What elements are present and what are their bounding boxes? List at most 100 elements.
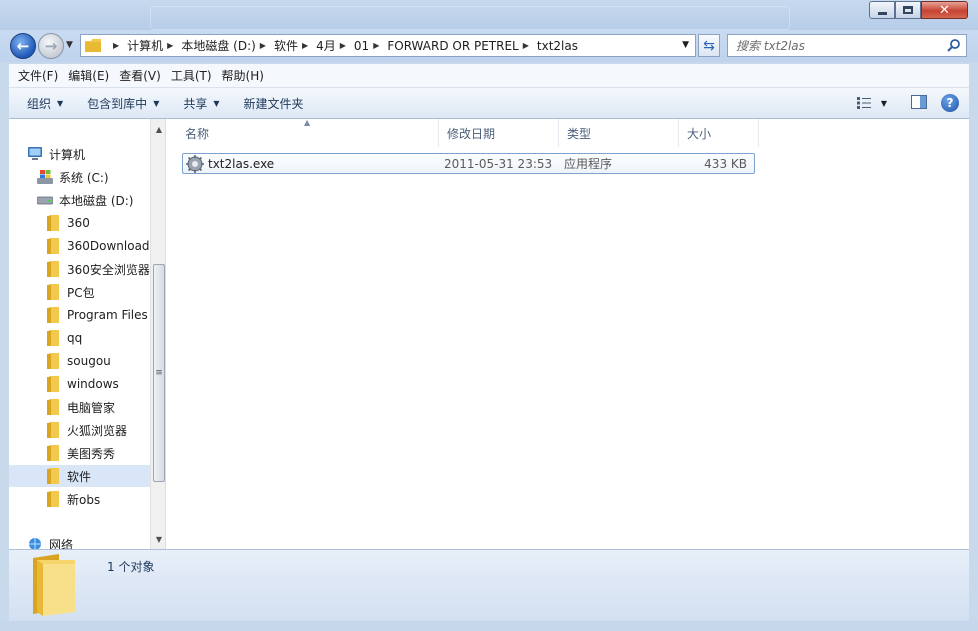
- tree-item-folder[interactable]: 火狐浏览器: [47, 419, 127, 441]
- main-area: 计算机 系统 (C:) 本地磁盘 (D:) 360 360Download 36…: [9, 118, 969, 549]
- tree-item-folder[interactable]: sougou: [47, 350, 111, 372]
- search-input[interactable]: [736, 38, 936, 53]
- windows-drive-icon: [37, 170, 53, 184]
- tree-label: 本地磁盘 (D:): [59, 193, 134, 208]
- hard-drive-icon: [37, 196, 53, 205]
- breadcrumb-separator-icon[interactable]: ▶: [113, 41, 119, 50]
- scrollbar-thumb[interactable]: ≡: [153, 264, 165, 482]
- tree-item-folder[interactable]: 360: [47, 212, 90, 234]
- folder-icon: [85, 39, 101, 52]
- search-icon[interactable]: [947, 38, 961, 52]
- breadcrumb-item[interactable]: 软件: [274, 37, 298, 54]
- navigation-pane: 计算机 系统 (C:) 本地磁盘 (D:) 360 360Download 36…: [9, 119, 166, 549]
- include-in-library-button[interactable]: 包含到库中 ▼: [79, 95, 167, 112]
- tree-label: sougou: [67, 354, 111, 368]
- minimize-button[interactable]: [869, 1, 895, 19]
- refresh-button[interactable]: ⇆: [698, 34, 720, 57]
- breadcrumb-item[interactable]: 计算机: [127, 37, 163, 54]
- back-button[interactable]: ←: [10, 33, 36, 59]
- tree-item-folder[interactable]: 360Download: [47, 235, 150, 257]
- tree-item-folder[interactable]: 新obs: [47, 488, 100, 510]
- breadcrumb-separator-icon[interactable]: ▶: [340, 41, 346, 50]
- tree-item-folder[interactable]: 美图秀秀: [47, 442, 115, 464]
- menu-tools[interactable]: 工具(T): [166, 67, 217, 84]
- tree-item-network[interactable]: 网络: [27, 533, 73, 549]
- tree-item-folder-selected[interactable]: 软件: [9, 465, 150, 487]
- scroll-down-icon[interactable]: ▼: [151, 531, 165, 547]
- breadcrumb-item[interactable]: txt2las: [537, 39, 578, 53]
- organize-button[interactable]: 组织 ▼: [19, 95, 71, 112]
- maximize-button[interactable]: [895, 1, 921, 19]
- help-icon[interactable]: ?: [941, 94, 959, 112]
- file-type: 应用程序: [564, 157, 613, 171]
- menu-help[interactable]: 帮助(H): [217, 67, 269, 84]
- menu-view[interactable]: 查看(V): [114, 67, 166, 84]
- breadcrumb-item[interactable]: 本地磁盘 (D:): [181, 37, 255, 54]
- view-options-button[interactable]: ▼: [856, 97, 887, 109]
- back-arrow-icon: ←: [16, 36, 30, 55]
- breadcrumb-separator-icon[interactable]: ▶: [523, 41, 529, 50]
- nav-scrollbar[interactable]: ▲ ≡ ▼: [150, 119, 165, 549]
- window-bottom-edge: [0, 621, 978, 631]
- title-bar: ✕: [0, 0, 978, 30]
- preview-pane-button[interactable]: [911, 94, 927, 112]
- file-name-cell: txt2las.exe: [183, 154, 441, 173]
- tree-label: windows: [67, 377, 119, 391]
- breadcrumb-item[interactable]: 4月: [316, 37, 336, 54]
- tree-item-folder[interactable]: PC包: [47, 281, 95, 303]
- folder-icon: [47, 399, 59, 415]
- command-bar: 组织 ▼ 包含到库中 ▼ 共享 ▼ 新建文件夹 ▼ ?: [9, 88, 969, 119]
- address-bar[interactable]: ▶ 计算机 ▶ 本地磁盘 (D:) ▶ 软件 ▶ 4月 ▶ 01 ▶ FORWA…: [80, 34, 696, 57]
- tree-label: 软件: [67, 469, 92, 484]
- column-label: 类型: [567, 126, 592, 141]
- tree-item-folder[interactable]: Program Files: [47, 304, 148, 326]
- column-header-name[interactable]: 名称: [177, 119, 439, 147]
- menu-bar: 文件(F) 编辑(E) 查看(V) 工具(T) 帮助(H): [9, 64, 969, 88]
- breadcrumb-separator-icon[interactable]: ▶: [167, 41, 173, 50]
- tree-item-computer[interactable]: 计算机: [27, 143, 85, 165]
- view-controls: ▼ ?: [856, 94, 959, 112]
- tree-item-folder[interactable]: windows: [47, 373, 119, 395]
- scroll-up-icon[interactable]: ▲: [151, 121, 165, 137]
- tree-item-drive-d[interactable]: 本地磁盘 (D:): [37, 189, 133, 211]
- tree-label: 美图秀秀: [67, 446, 116, 461]
- tree-item-folder[interactable]: qq: [47, 327, 82, 349]
- breadcrumb-separator-icon[interactable]: ▶: [373, 41, 379, 50]
- background-window-ghost: [150, 6, 790, 30]
- navigation-row: ← → ▼ ▶ 计算机 ▶ 本地磁盘 (D:) ▶ 软件 ▶ 4月 ▶ 01 ▶…: [0, 30, 978, 62]
- tree-label: 新obs: [67, 492, 101, 507]
- tree-label: 火狐浏览器: [67, 423, 128, 438]
- preview-pane-icon: [911, 94, 927, 109]
- tree-label: Program Files: [67, 308, 148, 322]
- gear-exe-icon: [186, 154, 204, 173]
- menu-file[interactable]: 文件(F): [13, 67, 63, 84]
- forward-button[interactable]: →: [38, 33, 64, 59]
- forward-arrow-icon: →: [44, 36, 58, 55]
- refresh-icon: ⇆: [703, 37, 715, 54]
- share-button[interactable]: 共享 ▼: [175, 95, 227, 112]
- address-history-dropdown[interactable]: ▼: [682, 40, 689, 50]
- breadcrumb-separator-icon[interactable]: ▶: [260, 41, 266, 50]
- column-header-size[interactable]: 大小: [679, 119, 759, 147]
- folder-icon: [47, 238, 59, 254]
- chevron-down-icon: ▼: [880, 98, 887, 108]
- column-header-date[interactable]: 修改日期: [439, 119, 559, 147]
- tree-item-folder[interactable]: 360安全浏览器: [47, 258, 150, 280]
- search-box[interactable]: [727, 34, 967, 57]
- column-header-type[interactable]: 类型: [559, 119, 679, 147]
- computer-icon: [28, 147, 42, 160]
- tree-item-folder[interactable]: 电脑管家: [47, 396, 115, 418]
- tree-item-drive-c[interactable]: 系统 (C:): [37, 166, 109, 188]
- close-button[interactable]: ✕: [921, 1, 968, 19]
- new-folder-button[interactable]: 新建文件夹: [236, 95, 312, 112]
- table-row[interactable]: txt2las.exe 2011-05-31 23:53 应用程序 433 KB: [182, 153, 755, 174]
- menu-edit[interactable]: 编辑(E): [63, 67, 114, 84]
- recent-pages-dropdown[interactable]: ▼: [66, 40, 73, 50]
- breadcrumb-item[interactable]: 01: [354, 39, 369, 53]
- tree-label: 360安全浏览器: [67, 262, 150, 277]
- tree-label: qq: [67, 331, 83, 345]
- breadcrumb-item[interactable]: FORWARD OR PETREL: [387, 39, 518, 53]
- folder-icon: [47, 307, 59, 323]
- share-label: 共享: [183, 96, 208, 111]
- breadcrumb-separator-icon[interactable]: ▶: [302, 41, 308, 50]
